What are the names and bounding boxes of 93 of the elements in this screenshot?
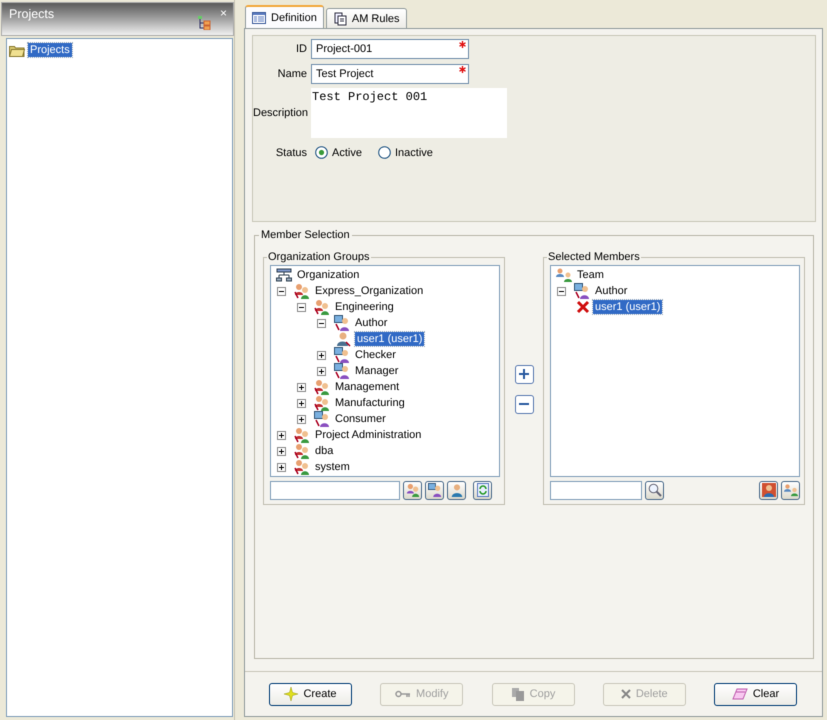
collapse-icon[interactable] <box>317 318 326 328</box>
tree-item[interactable]: Author <box>593 284 630 298</box>
copy-icon <box>510 687 525 701</box>
key-icon <box>395 690 412 698</box>
tree-item[interactable]: user1 (user1) <box>355 332 424 346</box>
user-icon <box>762 483 776 497</box>
tab[interactable]: Definition <box>245 5 324 28</box>
group-button[interactable] <box>403 480 422 500</box>
user-icon <box>450 483 464 497</box>
tree-item[interactable]: Author <box>353 316 390 330</box>
people-icon <box>314 395 330 411</box>
collapse-icon[interactable] <box>557 286 566 296</box>
field-label: Status <box>274 146 307 158</box>
hierarchy-icon[interactable] <box>196 16 211 30</box>
asterisk-icon <box>459 40 466 48</box>
field-label: ID <box>295 42 307 54</box>
expand-icon[interactable] <box>277 430 286 440</box>
role-icon <box>574 283 590 299</box>
search-field[interactable] <box>270 480 400 500</box>
role-icon <box>428 483 442 497</box>
expand-icon[interactable] <box>317 350 326 360</box>
search-field[interactable] <box>550 480 642 500</box>
people-icon <box>406 483 420 497</box>
expand-icon[interactable] <box>297 382 306 392</box>
people-icon <box>314 379 330 395</box>
folder-icon <box>9 44 25 56</box>
people-icon <box>294 427 310 443</box>
group-title: Member Selection <box>260 229 351 241</box>
team-icon <box>556 268 572 282</box>
role-icon <box>314 411 330 427</box>
expand-icon[interactable] <box>297 398 306 408</box>
tree-item[interactable]: Projects <box>28 43 72 57</box>
people-icon <box>294 443 310 459</box>
tree-item[interactable]: Organization <box>295 268 362 282</box>
expand-icon[interactable] <box>277 462 286 472</box>
radio-button[interactable]: Active <box>315 146 362 159</box>
tree-item[interactable]: Manager <box>353 364 400 378</box>
organization-icon <box>276 268 292 282</box>
collapse-icon[interactable] <box>297 302 306 312</box>
cross-icon[interactable] <box>576 300 590 314</box>
role-icon <box>334 363 350 379</box>
user-button[interactable] <box>447 480 466 500</box>
field-label: Name <box>276 68 307 80</box>
team-button[interactable] <box>781 480 800 500</box>
tab[interactable]: AM Rules <box>326 8 407 28</box>
text-field[interactable]: Test Project <box>311 64 469 84</box>
form-icon <box>252 12 266 24</box>
team-icon <box>784 483 798 497</box>
group-title: Selected Members <box>547 251 641 263</box>
refresh-icon <box>476 483 490 497</box>
tree-item[interactable]: Project Administration <box>313 428 424 442</box>
user-button[interactable] <box>759 480 778 500</box>
radio-button[interactable]: Inactive <box>378 146 433 159</box>
panel-title: Projects <box>9 7 56 21</box>
tree-item[interactable]: system <box>313 460 352 474</box>
role-button[interactable] <box>425 480 444 500</box>
user-icon <box>336 331 352 347</box>
tree-item[interactable]: Manufacturing <box>333 396 407 410</box>
action-button[interactable]: Clear <box>714 682 797 706</box>
people-icon <box>294 283 310 299</box>
search-icon <box>648 483 662 497</box>
tree-item[interactable]: Management <box>333 380 402 394</box>
rules-icon <box>332 12 347 26</box>
x-icon <box>620 689 631 699</box>
role-icon <box>334 315 350 331</box>
close-button[interactable]: × <box>220 7 227 19</box>
tree-item[interactable]: user1 (user1) <box>593 300 662 314</box>
tree-item[interactable]: Consumer <box>333 412 388 426</box>
tree-item[interactable]: Engineering <box>333 300 396 314</box>
plus-icon <box>518 368 530 380</box>
field-label: Description <box>253 107 307 119</box>
text-field[interactable]: Project-001 <box>311 38 469 58</box>
expand-icon[interactable] <box>317 366 326 376</box>
tree-item[interactable]: Checker <box>353 348 398 362</box>
action-button[interactable]: Create <box>269 682 352 706</box>
role-icon <box>334 347 350 363</box>
description-field[interactable]: Test Project 001 <box>311 88 507 138</box>
people-icon <box>294 459 310 475</box>
tree-item[interactable]: dba <box>313 444 336 458</box>
remove-button[interactable] <box>514 394 534 414</box>
collapse-icon[interactable] <box>277 286 286 296</box>
group-title: Organization Groups <box>267 251 370 263</box>
eraser-icon <box>732 688 748 700</box>
asterisk-icon <box>459 66 466 72</box>
sparkle-icon <box>284 687 298 701</box>
tree-item[interactable]: Team <box>575 268 606 282</box>
tree-item[interactable]: Express_Organization <box>313 284 426 298</box>
add-button[interactable] <box>514 364 534 384</box>
expand-icon[interactable] <box>277 446 286 456</box>
refresh-button[interactable] <box>473 480 492 500</box>
people-icon <box>314 299 330 315</box>
search-button[interactable] <box>645 480 664 500</box>
expand-icon[interactable] <box>297 414 306 424</box>
